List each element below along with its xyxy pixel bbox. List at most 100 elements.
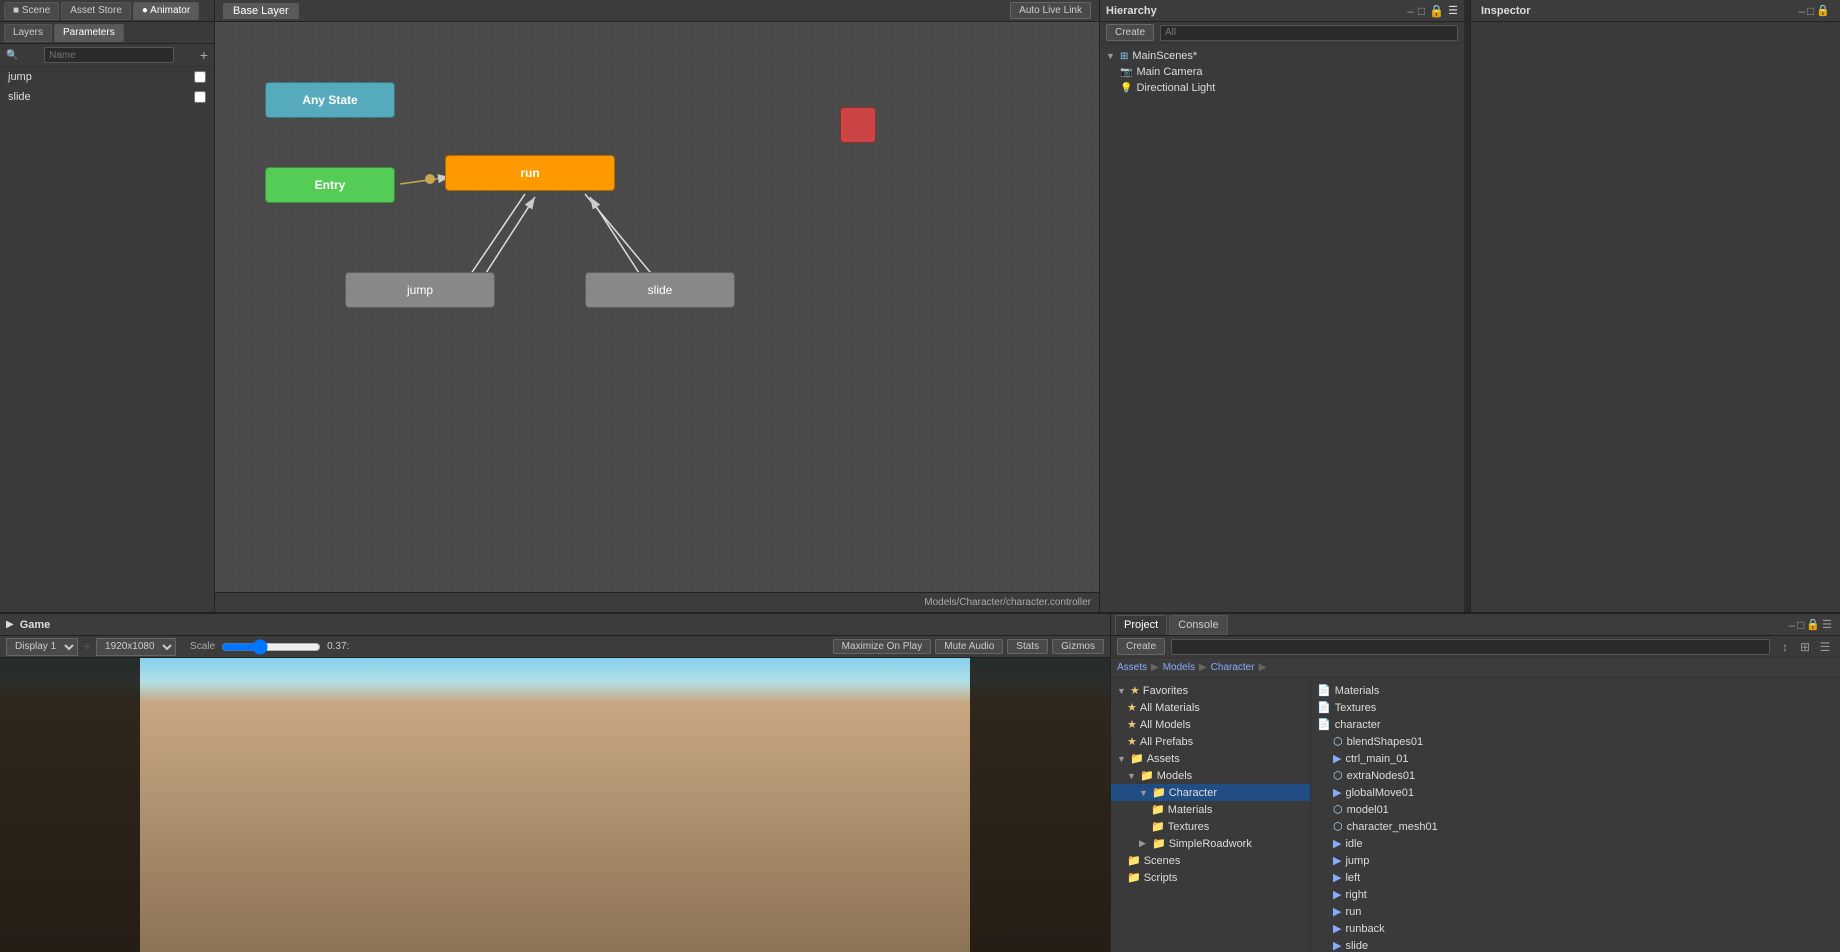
- project-icon-btn-3[interactable]: ☰: [1816, 638, 1834, 656]
- file-item[interactable]: ▶idle: [1311, 835, 1840, 852]
- file-item[interactable]: ▶globalMove01: [1311, 784, 1840, 801]
- display-select[interactable]: Display 1: [6, 638, 78, 656]
- file-item[interactable]: ▶right: [1311, 886, 1840, 903]
- state-slide[interactable]: slide: [585, 272, 735, 308]
- gizmos-button[interactable]: Gizmos: [1052, 639, 1104, 654]
- file-icon: ▶: [1333, 786, 1341, 799]
- tree-scenes[interactable]: 📁 Scenes: [1111, 852, 1310, 869]
- tree-character[interactable]: ▼ 📁 Character: [1111, 784, 1310, 801]
- stats-button[interactable]: Stats: [1007, 639, 1048, 654]
- file-icon: 📄: [1317, 701, 1331, 714]
- scale-slider[interactable]: [221, 639, 321, 655]
- file-item[interactable]: 📄Materials: [1311, 682, 1840, 699]
- project-create-button[interactable]: Create: [1117, 638, 1165, 655]
- project-minimize[interactable]: –: [1788, 618, 1795, 632]
- tree-all-models[interactable]: ★ All Models: [1111, 716, 1310, 733]
- auto-live-link-button[interactable]: Auto Live Link: [1010, 2, 1091, 19]
- breadcrumb-character[interactable]: Character: [1211, 662, 1255, 673]
- add-param-button[interactable]: +: [200, 48, 208, 62]
- state-any-state[interactable]: Any State: [265, 82, 395, 118]
- tree-assets[interactable]: ▼ 📁 Assets: [1111, 750, 1310, 767]
- file-item[interactable]: ▶runback: [1311, 920, 1840, 937]
- tab-console[interactable]: Console: [1169, 615, 1227, 635]
- hierarchy-directional-light[interactable]: 💡 Directional Light: [1100, 80, 1464, 96]
- param-jump-checkbox[interactable]: [194, 71, 206, 83]
- state-red[interactable]: [840, 107, 876, 143]
- hierarchy-minimize[interactable]: –: [1407, 4, 1414, 18]
- tree-textures[interactable]: 📁 Textures: [1111, 818, 1310, 835]
- project-search-input[interactable]: [1171, 639, 1770, 655]
- project-maximize[interactable]: □: [1797, 618, 1804, 632]
- params-header: 🔍 +: [0, 44, 214, 67]
- tab-asset-store[interactable]: Asset Store: [61, 2, 131, 20]
- tree-simple-roadwork[interactable]: ▶ 📁 SimpleRoadwork: [1111, 835, 1310, 852]
- all-materials-icon: ★: [1127, 701, 1137, 714]
- tree-scripts[interactable]: 📁 Scripts: [1111, 869, 1310, 886]
- tree-models[interactable]: ▼ 📁 Models: [1111, 767, 1310, 784]
- models-folder-icon: 📁: [1140, 769, 1154, 782]
- directional-light-label: Directional Light: [1136, 82, 1215, 94]
- scene-icon: ⊞: [1120, 51, 1128, 62]
- project-panel: Project Console – □ 🔒 ☰ Create ↕ ⊞ ☰ Ass…: [1110, 614, 1840, 952]
- file-item[interactable]: ⬡extraNodes01: [1311, 767, 1840, 784]
- file-icon: ⬡: [1333, 735, 1343, 748]
- game-title: Game: [20, 619, 51, 631]
- tab-parameters[interactable]: Parameters: [54, 24, 124, 42]
- param-slide-checkbox[interactable]: [194, 91, 206, 103]
- project-icon-btn-2[interactable]: ⊞: [1796, 638, 1814, 656]
- file-item[interactable]: ▶left: [1311, 869, 1840, 886]
- breadcrumb-sep-2: ▶: [1199, 662, 1207, 673]
- maximize-on-play-button[interactable]: Maximize On Play: [833, 639, 932, 654]
- scale-value: 0.37:: [327, 641, 349, 652]
- file-item[interactable]: 📄character: [1311, 716, 1840, 733]
- state-jump[interactable]: jump: [345, 272, 495, 308]
- hierarchy-create-button[interactable]: Create: [1106, 24, 1154, 41]
- file-icon: ▶: [1333, 905, 1341, 918]
- tree-all-materials[interactable]: ★ All Materials: [1111, 699, 1310, 716]
- file-item[interactable]: ▶jump: [1311, 852, 1840, 869]
- hierarchy-search-input[interactable]: [1160, 25, 1458, 41]
- mute-audio-button[interactable]: Mute Audio: [935, 639, 1003, 654]
- expand-favorites: ▼: [1117, 686, 1127, 696]
- game-panel-icon: ▶: [6, 619, 14, 630]
- breadcrumb-models[interactable]: Models: [1163, 662, 1195, 673]
- hierarchy-lock[interactable]: 🔒: [1429, 4, 1444, 18]
- game-header: ▶ Game: [0, 614, 1110, 636]
- tree-all-prefabs[interactable]: ★ All Prefabs: [1111, 733, 1310, 750]
- file-name: extraNodes01: [1347, 770, 1416, 782]
- inspector-minimize[interactable]: –: [1798, 4, 1805, 18]
- file-item[interactable]: ⬡blendShapes01: [1311, 733, 1840, 750]
- inspector-maximize[interactable]: □: [1807, 4, 1814, 18]
- file-icon: ▶: [1333, 922, 1341, 935]
- base-layer-tab[interactable]: Base Layer: [223, 3, 299, 19]
- tab-animator[interactable]: ● Animator: [133, 2, 199, 20]
- tree-materials[interactable]: 📁 Materials: [1111, 801, 1310, 818]
- project-icon-btn-1[interactable]: ↕: [1776, 638, 1794, 656]
- state-run[interactable]: run: [445, 155, 615, 191]
- file-item[interactable]: ▶run: [1311, 903, 1840, 920]
- breadcrumb-assets[interactable]: Assets: [1117, 662, 1147, 673]
- file-item[interactable]: ⬡model01: [1311, 801, 1840, 818]
- params-search-input[interactable]: [44, 47, 174, 63]
- tab-layers[interactable]: Layers: [4, 24, 52, 42]
- hierarchy-main-camera[interactable]: 📷 Main Camera: [1100, 64, 1464, 80]
- favorites-label: Favorites: [1143, 685, 1188, 697]
- simple-roadwork-label: SimpleRoadwork: [1169, 838, 1252, 850]
- tree-favorites[interactable]: ▼ ★ Favorites: [1111, 682, 1310, 699]
- file-item[interactable]: ▶ctrl_main_01: [1311, 750, 1840, 767]
- expand-assets: ▼: [1117, 754, 1127, 764]
- search-icon: 🔍: [6, 50, 18, 61]
- graph-canvas[interactable]: Any State Entry run jump slide: [215, 22, 1099, 592]
- textures-label: Textures: [1168, 821, 1210, 833]
- tab-scene[interactable]: ■ Scene: [4, 2, 59, 20]
- expand-arrow-scene: ▼: [1106, 51, 1116, 61]
- hierarchy-maximize[interactable]: □: [1418, 4, 1425, 18]
- tab-project[interactable]: Project: [1115, 615, 1167, 635]
- state-entry[interactable]: Entry: [265, 167, 395, 203]
- file-item[interactable]: 📄Textures: [1311, 699, 1840, 716]
- file-item[interactable]: ▶slide: [1311, 937, 1840, 952]
- hierarchy-scene-item[interactable]: ▼ ⊞ MainScenes*: [1100, 48, 1464, 64]
- game-toolbar: Display 1 ÷ 1920x1080 Scale 0.37: Maximi…: [0, 636, 1110, 658]
- file-item[interactable]: ⬡character_mesh01: [1311, 818, 1840, 835]
- resolution-select[interactable]: 1920x1080: [96, 638, 176, 656]
